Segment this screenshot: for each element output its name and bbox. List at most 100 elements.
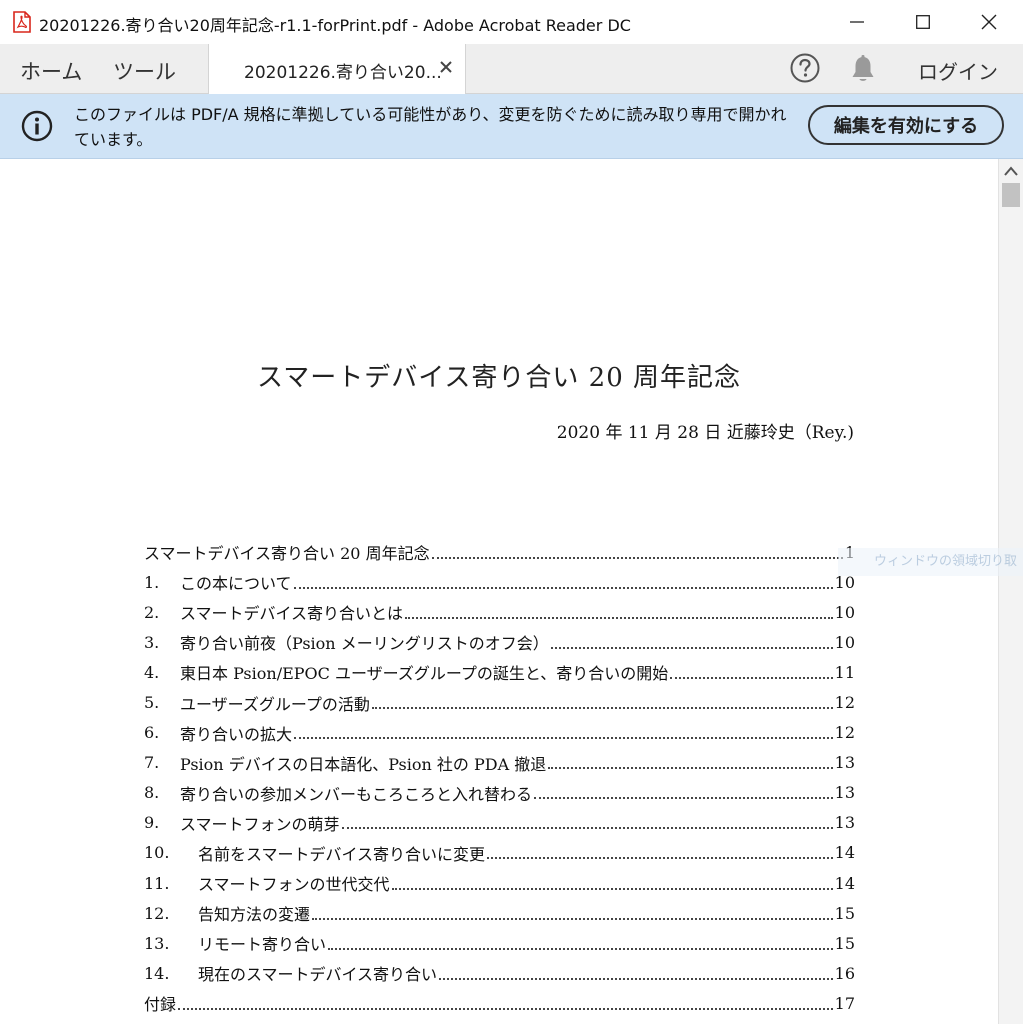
- toc-dot-leader: [341, 826, 833, 830]
- pdf-file-icon: [13, 11, 31, 33]
- toc-entry-title: 付録: [144, 995, 177, 1015]
- toc-entry-title: 名前をスマートデバイス寄り合いに変更: [198, 844, 486, 864]
- toc-entry-title: スマートフォンの萌芽: [180, 814, 340, 834]
- toc-entry[interactable]: スマートデバイス寄り合い 20 周年記念1: [144, 537, 855, 567]
- document-title: スマートデバイス寄り合い 20 周年記念: [256, 363, 742, 393]
- toc-entry[interactable]: 1. この本について 10: [144, 567, 855, 597]
- toc-entry-title: 現在のスマートデバイス寄り合い: [198, 965, 438, 985]
- toc-entry[interactable]: 5. ユーザーズグループの活動 12: [144, 687, 855, 717]
- toc-dot-leader: [371, 706, 833, 710]
- toc-entry-title: 寄り合いの拡大: [180, 724, 293, 744]
- toc-entry-number: 5.: [144, 693, 160, 713]
- toc-entry-title: この本について: [180, 574, 292, 594]
- toc-entry-page: 12: [834, 723, 855, 743]
- login-button[interactable]: ログイン: [918, 56, 998, 85]
- toc-entry-page: 13: [834, 783, 855, 803]
- minimize-icon: [850, 21, 864, 23]
- toc-entry[interactable]: 8. 寄り合いの参加メンバーもころころと入れ替わる 13: [144, 778, 855, 808]
- toc-entry-page: 10: [834, 602, 855, 622]
- toc-entry[interactable]: 13. リモート寄り合い 15: [144, 928, 855, 958]
- banner-message: このファイルは PDF/A 規格に準拠している可能性があり、変更を防ぐために読み…: [74, 105, 787, 149]
- toc-entry-page: 15: [834, 903, 855, 923]
- toc-entry-title: 寄り合いの参加メンバーもころころと入れ替わる: [180, 784, 533, 804]
- toc-entry-number: 1.: [144, 572, 160, 592]
- info-icon: [21, 110, 53, 142]
- toc-entry-page: 15: [834, 933, 855, 953]
- toc-entry-number: 10.: [144, 843, 170, 863]
- toc-entry-page: 10: [834, 632, 855, 652]
- toc-dot-leader: [405, 616, 833, 619]
- toc-entry[interactable]: 9. スマートフォンの萌芽 13: [144, 808, 855, 838]
- maximize-button[interactable]: [890, 0, 956, 44]
- toc-entry[interactable]: 3. 寄り合い前夜（Psion メーリングリストのオフ会） 10: [144, 627, 855, 657]
- toc-entry[interactable]: 7. Psion デバイスの日本語化、Psion 社の PDA 撤退 13: [144, 748, 855, 778]
- toc-entry-number: 2.: [144, 602, 160, 622]
- close-tab-icon[interactable]: [438, 59, 454, 75]
- toc-dot-leader: [328, 947, 833, 950]
- screen-snip-tooltip: ウィンドウの領域切り取: [838, 548, 1023, 576]
- toc-entry-number: 3.: [144, 632, 160, 652]
- toc-entry-title: スマートデバイス寄り合いとは: [180, 604, 404, 624]
- toc-entry[interactable]: 6. 寄り合いの拡大 12: [144, 718, 855, 748]
- toc-entry-number: 13.: [144, 933, 170, 953]
- toc-entry-number: 12.: [144, 903, 170, 923]
- toc-entry-title: 東日本 Psion/EPOC ユーザーズグループの誕生と、寄り合いの開始: [180, 664, 669, 684]
- table-of-contents: スマートデバイス寄り合い 20 周年記念11.この本について102.スマートデバ…: [144, 537, 855, 1019]
- minimize-button[interactable]: [824, 0, 890, 44]
- toc-dot-leader: [534, 796, 833, 800]
- toc-entry-number: 4.: [144, 662, 160, 682]
- toc-entry[interactable]: 付録 17: [144, 988, 855, 1018]
- toc-entry-title: 寄り合い前夜（Psion メーリングリストのオフ会）: [180, 634, 549, 654]
- toc-entry-number: 11.: [144, 873, 170, 893]
- toc-entry[interactable]: 14. 現在のスマートデバイス寄り合い 16: [144, 958, 855, 988]
- toc-entry-title: ユーザーズグループの活動: [180, 694, 370, 714]
- toc-entry[interactable]: 2. スマートデバイス寄り合いとは 10: [144, 597, 855, 627]
- toc-entry-page: 14: [834, 843, 855, 863]
- toc-entry[interactable]: 10. 名前をスマートデバイス寄り合いに変更 14: [144, 838, 855, 868]
- toc-entry-page: 13: [834, 813, 855, 833]
- toc-dot-leader: [670, 676, 833, 679]
- scroll-up-arrow-icon[interactable]: [1003, 165, 1019, 177]
- toc-dot-leader: [431, 556, 843, 559]
- toc-dot-leader: [439, 977, 833, 980]
- toc-entry-page: 16: [834, 963, 855, 983]
- document-tab-label: 20201226.寄り合い20...: [244, 63, 442, 83]
- maximize-icon: [916, 15, 930, 29]
- toc-entry-title: スマートフォンの世代交代: [198, 875, 390, 895]
- help-icon[interactable]: [790, 53, 820, 83]
- toc-entry-page: 17: [834, 993, 855, 1013]
- toc-entry-number: 9.: [144, 813, 160, 833]
- toc-entry-page: 12: [834, 693, 855, 713]
- toc-dot-leader: [178, 1007, 833, 1010]
- title-bar: 20201226.寄り合い20周年記念-r1.1-forPrint.pdf - …: [0, 0, 1023, 45]
- vertical-scrollbar[interactable]: [998, 159, 1023, 1024]
- toc-entry[interactable]: 4. 東日本 Psion/EPOC ユーザーズグループの誕生と、寄り合いの開始 11: [144, 657, 855, 687]
- toc-entry-number: 6.: [144, 723, 160, 743]
- tab-home[interactable]: ホーム: [20, 56, 82, 86]
- document-author-date: 2020 年 11 月 28 日 近藤玲史（Rey.): [556, 423, 854, 443]
- toc-entry-number: 8.: [144, 783, 160, 803]
- toc-entry[interactable]: 11. スマートフォンの世代交代 14: [144, 868, 855, 898]
- toc-entry[interactable]: 12. 告知方法の変遷 15: [144, 898, 855, 928]
- enable-editing-button[interactable]: 編集を有効にする: [808, 105, 1004, 145]
- toc-dot-leader: [550, 646, 833, 649]
- toc-entry-title: スマートデバイス寄り合い 20 周年記念: [144, 544, 430, 564]
- toc-entry-page: 11: [834, 662, 855, 682]
- document-viewer[interactable]: スマートデバイス寄り合い 20 周年記念 2020 年 11 月 28 日 近藤…: [0, 159, 998, 1024]
- bell-icon[interactable]: [849, 54, 877, 84]
- scrollbar-thumb[interactable]: [1002, 183, 1020, 207]
- toc-dot-leader: [293, 586, 833, 589]
- toc-dot-leader: [548, 766, 833, 770]
- toc-dot-leader: [294, 736, 833, 740]
- close-icon: [981, 14, 997, 30]
- tab-document[interactable]: 20201226.寄り合い20...: [208, 44, 466, 94]
- toc-entry-number: 14.: [144, 963, 170, 983]
- toc-dot-leader: [487, 856, 833, 860]
- toc-entry-title: 告知方法の変遷: [198, 905, 311, 925]
- toc-entry-number: 7.: [144, 753, 160, 773]
- close-window-button[interactable]: [956, 0, 1022, 44]
- toc-entry-page: 13: [834, 753, 855, 773]
- tab-tools[interactable]: ツール: [113, 56, 176, 86]
- toc-entry-page: 14: [834, 873, 855, 893]
- toc-dot-leader: [312, 917, 833, 920]
